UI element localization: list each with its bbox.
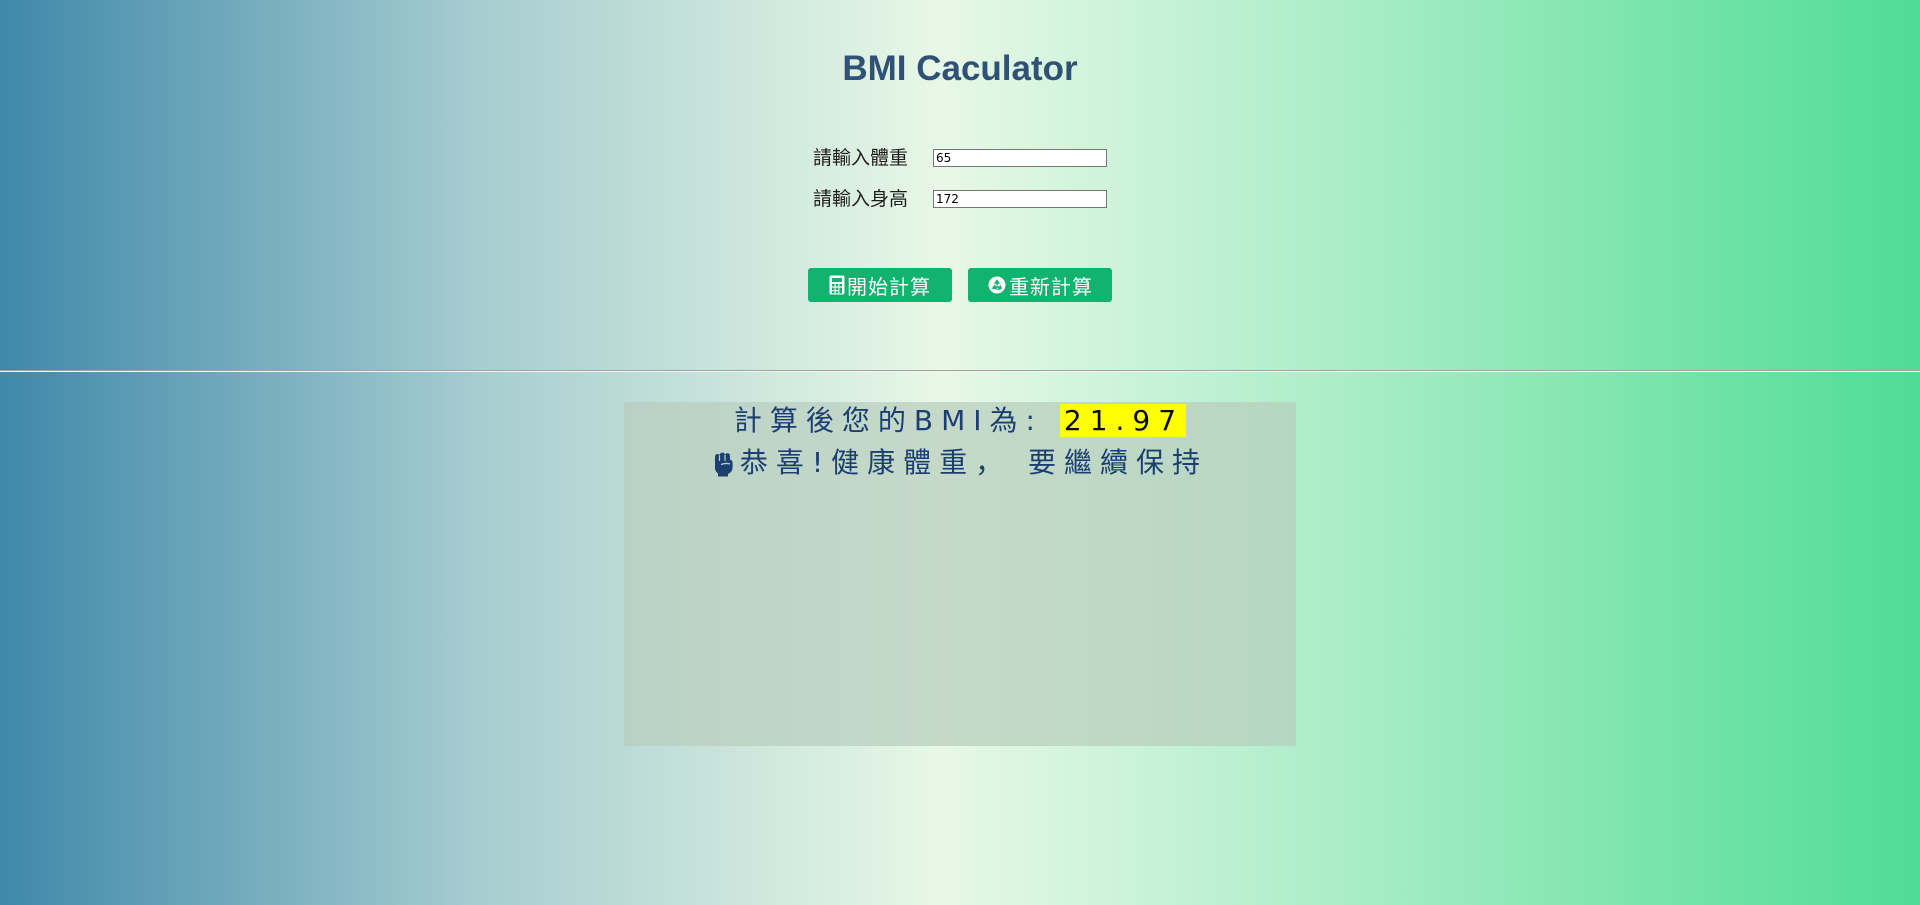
height-row: 請輸入身高 (813, 187, 1107, 211)
bmi-result-line: 計算後您的BMI為: 21.97 (624, 402, 1296, 440)
health-message-line: 恭喜!健康體重， 要繼續保持 (624, 444, 1296, 482)
height-label: 請輸入身高 (813, 188, 909, 210)
calculate-button[interactable]: 開始計算 (808, 268, 952, 302)
weight-row: 請輸入體重 (813, 146, 1107, 170)
reset-button-label: 重新計算 (1009, 274, 1093, 299)
health-message: 恭喜!健康體重， 要繼續保持 (739, 446, 1209, 479)
weight-label: 請輸入體重 (813, 147, 909, 169)
reset-button[interactable]: 重新計算 (968, 268, 1112, 302)
calculator-icon (829, 275, 845, 295)
fist-icon (712, 449, 734, 477)
bmi-value: 21.97 (1059, 404, 1187, 437)
weight-input[interactable] (933, 149, 1107, 167)
calculate-button-label: 開始計算 (847, 274, 931, 299)
section-divider (0, 370, 1920, 372)
recycle-icon (987, 275, 1007, 295)
bmi-result-prefix: 計算後您的BMI為: (733, 404, 1043, 437)
height-input[interactable] (933, 190, 1107, 208)
page-title: BMI Caculator (842, 49, 1078, 88)
